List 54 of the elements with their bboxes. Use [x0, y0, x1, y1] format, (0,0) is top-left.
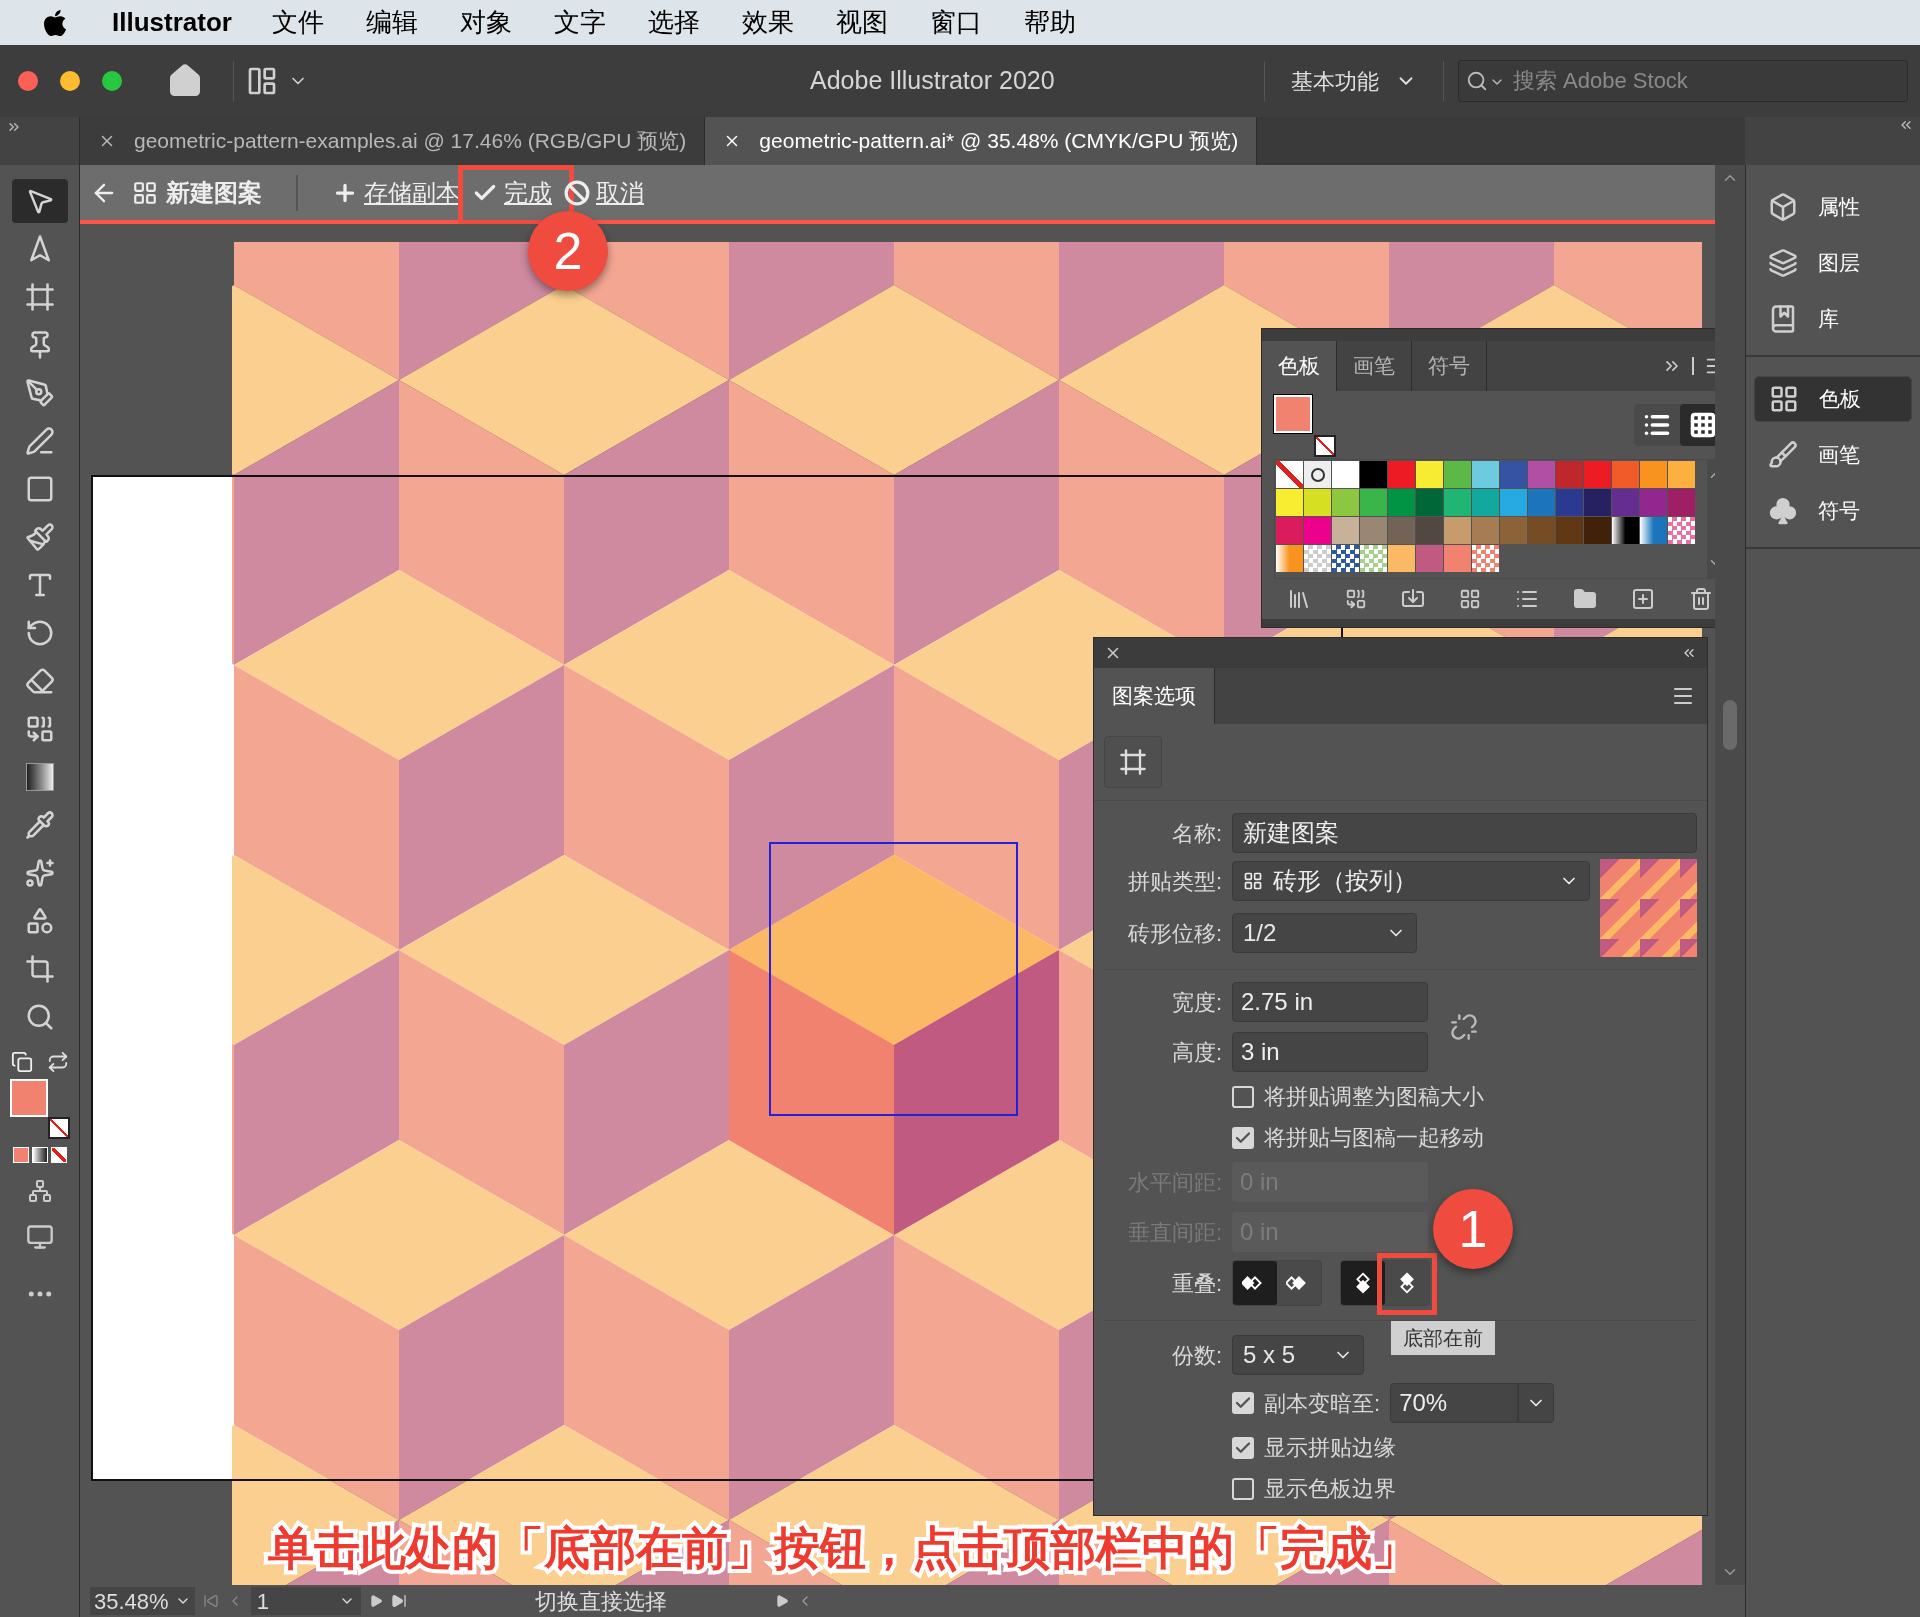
field-label: 拼贴类型:	[1126, 867, 1222, 896]
pattern-action-link[interactable]: 完成	[472, 174, 552, 211]
checkbox-label: 将拼贴调整为图稿大小	[1264, 1083, 1484, 1111]
dock-panel-button[interactable]: 符号	[1754, 488, 1912, 534]
dock-panel-button[interactable]: 画笔	[1754, 432, 1912, 478]
dock-panel-button[interactable]: 图层	[1754, 240, 1912, 286]
panel-tab[interactable]: 图案选项	[1094, 668, 1215, 724]
status-tool-text: 切换直接选择	[534, 1587, 667, 1616]
artboard-number-field[interactable]: 1	[250, 1587, 361, 1615]
name-field[interactable]: 新建图案	[1232, 813, 1697, 853]
tile-type-dropdown[interactable]: 砖形（按列）	[1232, 861, 1590, 901]
menu-item[interactable]: 编辑	[365, 3, 430, 42]
document-tab[interactable]: geometric-pattern.ai* @ 35.48% (CMYK/GPU 预览)	[705, 117, 1258, 165]
menu-item[interactable]: 文字	[553, 3, 618, 42]
workspace-switcher[interactable]: 基本功能	[1265, 64, 1443, 98]
menu-item[interactable]: 视图	[835, 3, 900, 42]
dimension-field[interactable]: 2.75 in	[1232, 982, 1428, 1022]
dim-amount-field[interactable]: 70%	[1390, 1383, 1519, 1423]
field-label: 高度:	[1170, 1038, 1222, 1067]
zoom-level-dropdown[interactable]: 35.48%	[90, 1587, 195, 1615]
tooltip: 底部在前	[1391, 1321, 1495, 1355]
pattern-action-link[interactable]: 取消	[564, 174, 644, 211]
dock-panel-button[interactable]: 库	[1754, 296, 1912, 342]
checkbox-label: 将拼贴与图稿一起移动	[1264, 1124, 1484, 1152]
checkbox-label: 副本变暗至:	[1264, 1389, 1381, 1418]
pattern-mode-title: 新建图案	[166, 177, 262, 208]
window-title: Adobe Illustrator 2020	[810, 65, 1055, 97]
stock-search-field[interactable]: 搜索 Adobe Stock	[1458, 60, 1908, 102]
pattern-action-link[interactable]: 存储副本	[332, 174, 460, 211]
step-number-badge: 1	[1433, 1189, 1513, 1269]
dimension-field[interactable]: 3 in	[1232, 1032, 1428, 1072]
field-label: 宽度:	[1170, 988, 1222, 1017]
panel-tab[interactable]: 色板	[1262, 341, 1337, 391]
brick-offset-dropdown[interactable]: 1/2	[1232, 913, 1417, 953]
menu-item[interactable]: 选择	[647, 3, 712, 42]
dock-panel-button[interactable]: 属性	[1754, 184, 1912, 230]
menu-item[interactable]: 对象	[459, 3, 524, 42]
menu-item[interactable]: 帮助	[1023, 3, 1088, 42]
field-label: 砖形位移:	[1126, 919, 1222, 948]
document-tab-label: geometric-pattern.ai* @ 35.48% (CMYK/GPU 预览)	[759, 128, 1239, 155]
field-label: 份数:	[1170, 1341, 1222, 1370]
document-tab-label: geometric-pattern-examples.ai @ 17.46% (RGB/GPU 预览)	[134, 128, 687, 155]
menu-item[interactable]: 窗口	[929, 3, 994, 42]
dock-panel-button[interactable]: 色板	[1754, 376, 1912, 422]
copies-dropdown[interactable]: 5 x 5	[1232, 1335, 1364, 1375]
menu-item[interactable]: 效果	[741, 3, 806, 42]
panel-tab[interactable]: 画笔	[1337, 341, 1412, 391]
checkbox-label: 显示拼贴边缘	[1264, 1434, 1396, 1462]
menu-item[interactable]: 文件	[271, 3, 336, 42]
field-label: 重叠:	[1170, 1269, 1222, 1298]
field-label: 名称:	[1170, 819, 1222, 848]
checkbox-label: 显示色板边界	[1264, 1475, 1396, 1503]
app-menu[interactable]: Illustrator	[112, 3, 232, 42]
panel-tab[interactable]: 符号	[1412, 341, 1487, 391]
